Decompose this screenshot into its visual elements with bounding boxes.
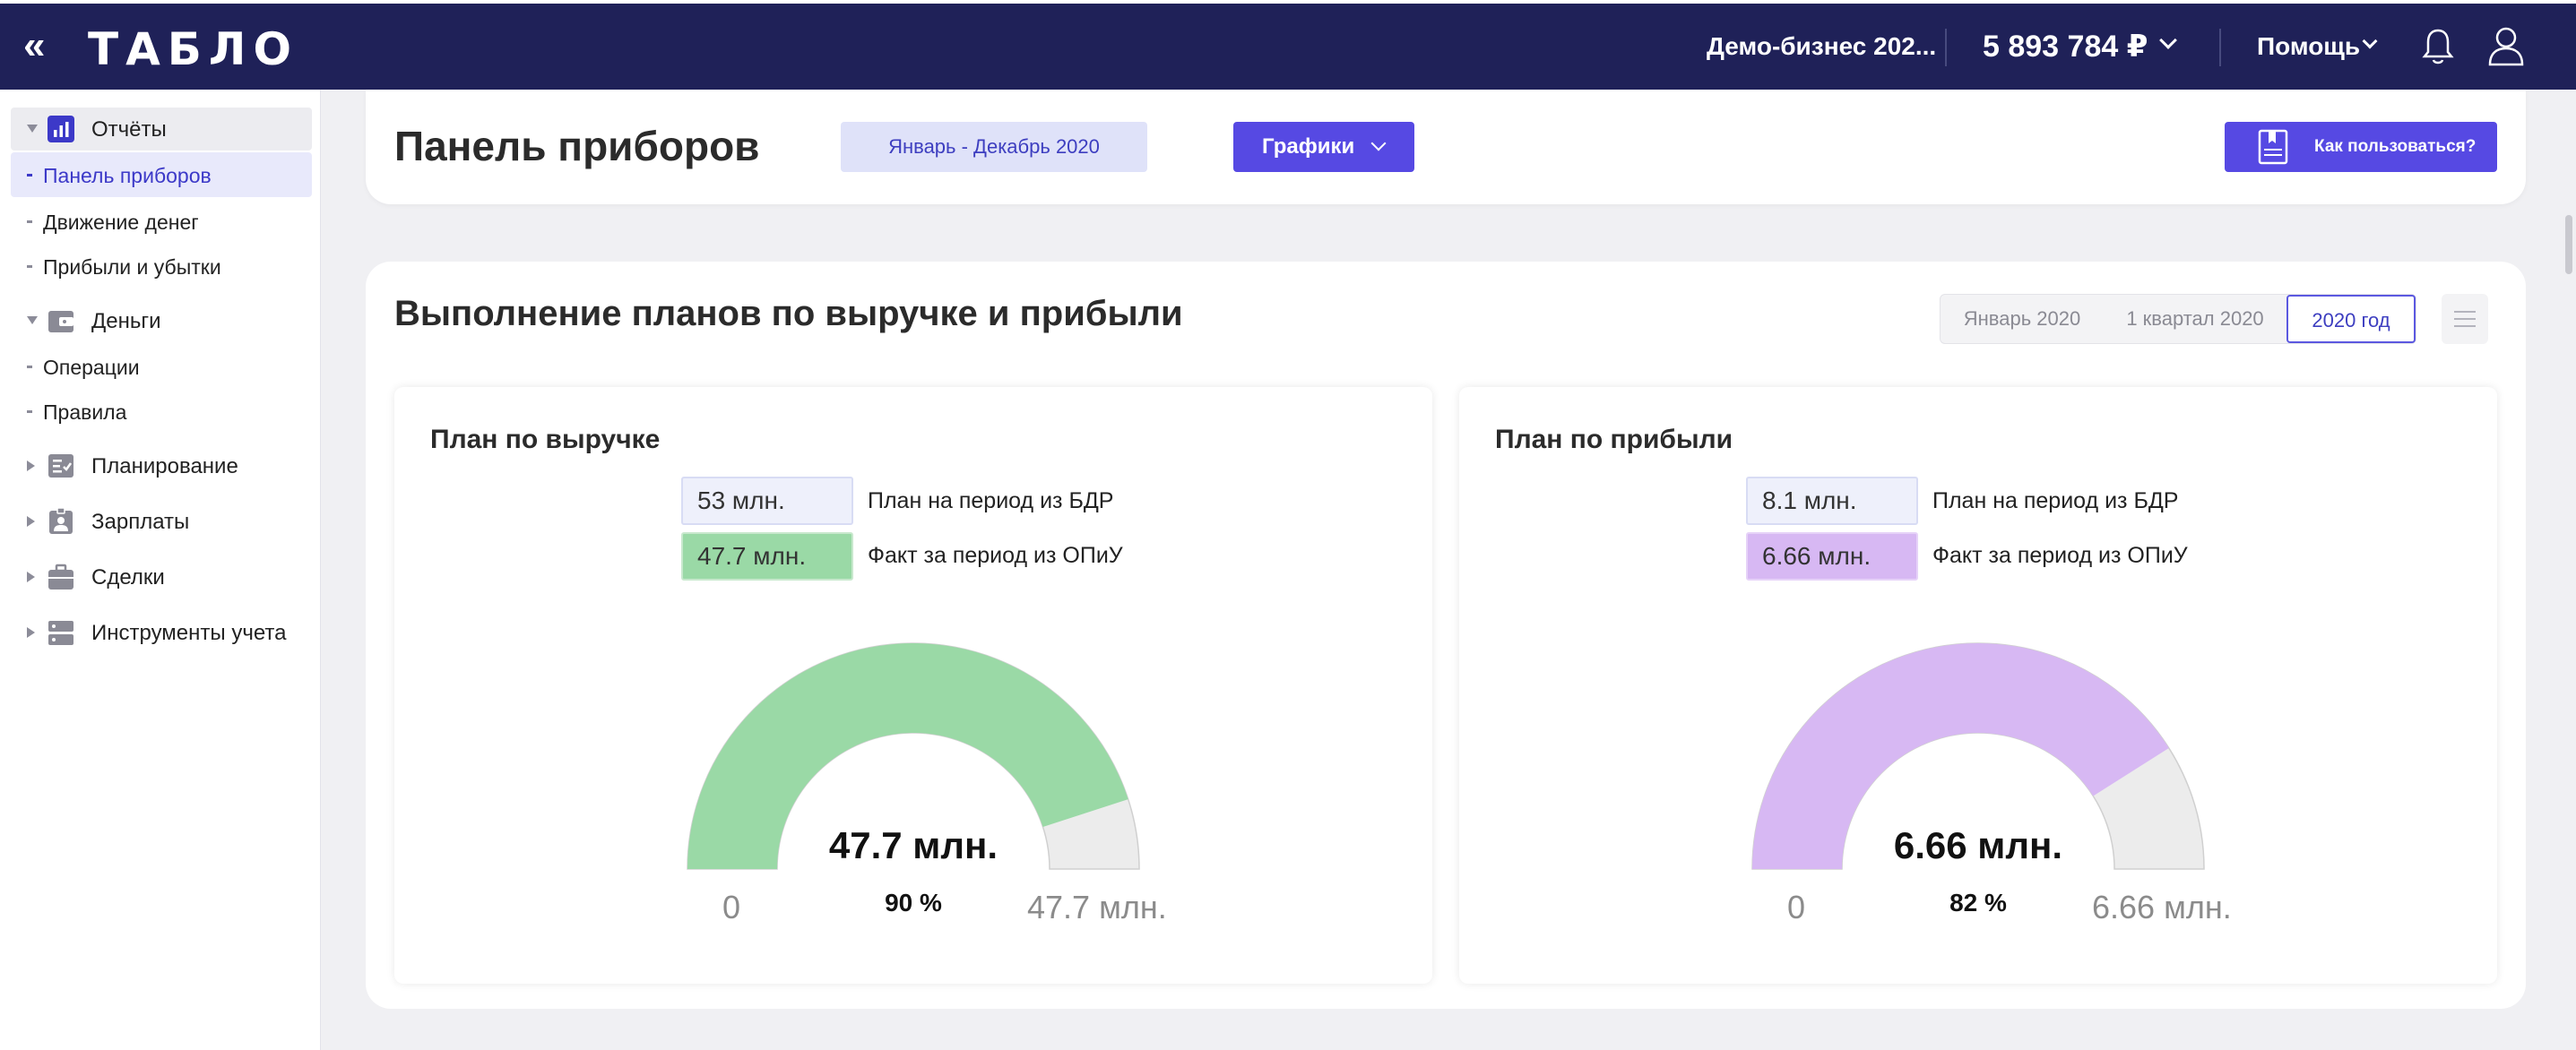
charts-dropdown-button[interactable]: Графики [1233, 122, 1414, 172]
expand-icon[interactable] [27, 516, 35, 527]
book-icon [2258, 129, 2288, 165]
sidebar-item-label: Движение денег [43, 211, 199, 234]
badge-icon [49, 507, 73, 534]
page-scrollbar[interactable] [2565, 215, 2572, 274]
chart-icon [48, 116, 74, 142]
gauge-min-label: 0 [722, 889, 741, 925]
sidebar-item-label: Панель приборов [43, 164, 212, 187]
gauge-value: 6.66 млн. [1893, 824, 2063, 866]
how-to-use-button[interactable]: Как пользоваться? [2225, 122, 2497, 172]
company-selector[interactable]: Демо-бизнес 202... [1707, 32, 1936, 61]
balance-value[interactable]: 5 893 784 ₽ [1983, 29, 2148, 65]
sidebar-item-dashboard[interactable]: Панель приборов [11, 152, 312, 197]
sidebar-item-profit-loss[interactable]: Прибыли и убытки [11, 244, 312, 288]
sidebar-group-planning[interactable]: Планирование [11, 444, 312, 487]
bullet [27, 220, 32, 223]
plan-execution-card: Выполнение планов по выручке и прибыли Я… [366, 262, 2526, 1009]
sidebar-group-accounting-tools[interactable]: Инструменты учета [11, 611, 312, 654]
period-picker[interactable]: Январь - Декабрь 2020 [841, 122, 1147, 172]
bullet [27, 265, 32, 268]
profit-plan-panel: План по прибыли 8.1 млн. План на период … [1459, 387, 2497, 984]
sidebar-group-label: Зарплаты [91, 510, 190, 534]
gauge-max-label: 6.66 млн. [2092, 889, 2232, 925]
gauge-min-label: 0 [1787, 889, 1806, 925]
divider [1945, 29, 1947, 66]
sidebar-group-label: Инструменты учета [91, 621, 287, 645]
briefcase-icon [48, 564, 73, 590]
expand-icon[interactable] [27, 125, 38, 133]
gauge-percent: 90 % [885, 889, 942, 917]
user-icon[interactable] [2486, 25, 2526, 66]
collapse-sidebar-icon[interactable]: « [23, 25, 59, 66]
menu-icon[interactable] [2442, 294, 2488, 344]
bullet [27, 174, 32, 176]
top-bar: « ТАБЛО Демо-бизнес 202... 5 893 784 ₽ П… [0, 0, 2576, 90]
chevron-down-icon[interactable] [2362, 33, 2378, 49]
expand-icon[interactable] [27, 460, 35, 471]
sidebar-group-reports[interactable]: Отчёты [11, 108, 312, 151]
gauge-value: 47.7 млн. [828, 824, 998, 866]
sidebar-item-rules[interactable]: Правила [11, 389, 312, 434]
help-menu[interactable]: Помощь [2257, 32, 2360, 61]
expand-icon[interactable] [27, 627, 35, 638]
sidebar-item-label: Операции [43, 356, 140, 379]
sidebar-item-label: Прибыли и убытки [43, 255, 221, 279]
wallet-icon [48, 311, 73, 332]
gauge-percent: 82 % [1949, 889, 2007, 917]
chevron-down-icon[interactable] [2159, 31, 2177, 49]
revenue-plan-panel: План по выручке 53 млн. План на период и… [394, 387, 1432, 984]
expand-icon[interactable] [27, 316, 38, 324]
expand-icon[interactable] [27, 572, 35, 582]
tab-q1-2020[interactable]: 1 квартал 2020 [2104, 295, 2286, 343]
sidebar-group-label: Отчёты [91, 117, 167, 142]
bell-icon[interactable] [2422, 27, 2454, 66]
sidebar-group-label: Планирование [91, 454, 238, 478]
sidebar: Отчёты Панель приборов Движение денег Пр… [0, 90, 321, 1050]
how-to-use-label: Как пользоваться? [2314, 137, 2477, 156]
period-segmented-control: Январь 2020 1 квартал 2020 2020 год [1940, 294, 2416, 344]
sidebar-group-label: Деньги [91, 309, 161, 333]
server-icon [48, 621, 73, 645]
sidebar-group-label: Сделки [91, 565, 165, 590]
bullet [27, 410, 32, 413]
divider [2219, 29, 2221, 66]
sidebar-group-money[interactable]: Деньги [11, 299, 312, 342]
sidebar-item-cash-flow[interactable]: Движение денег [11, 199, 312, 244]
section-title: Выполнение планов по выручке и прибыли [394, 294, 1183, 333]
app-logo[interactable]: ТАБЛО [88, 23, 298, 75]
sidebar-item-label: Правила [43, 400, 127, 424]
checklist-icon [48, 454, 73, 478]
charts-button-label: Графики [1262, 134, 1355, 159]
gauge-max-label: 47.7 млн. [1027, 889, 1167, 925]
bullet [27, 366, 32, 368]
sidebar-item-operations[interactable]: Операции [11, 344, 312, 389]
page-header: Панель приборов Январь - Декабрь 2020 Гр… [366, 90, 2526, 204]
tab-january-2020[interactable]: Январь 2020 [1941, 295, 2104, 343]
chevron-down-icon [1370, 135, 1387, 151]
sidebar-group-salaries[interactable]: Зарплаты [11, 500, 312, 543]
tab-year-2020[interactable]: 2020 год [2286, 295, 2416, 343]
sidebar-group-deals[interactable]: Сделки [11, 555, 312, 598]
page-title: Панель приборов [394, 123, 760, 169]
